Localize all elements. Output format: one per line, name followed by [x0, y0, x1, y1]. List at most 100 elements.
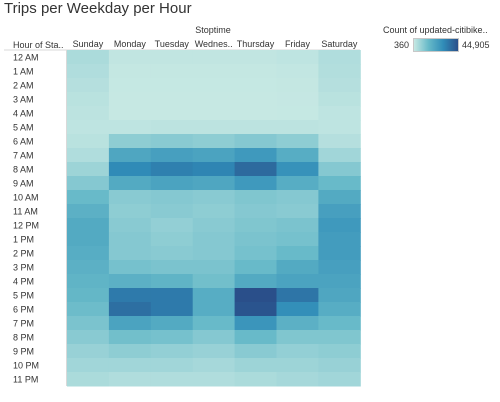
- heatmap-cell: [108, 176, 152, 191]
- heatmap-cell: [234, 92, 277, 107]
- heatmap-cell: [192, 232, 236, 247]
- heatmap-cell: [150, 218, 194, 233]
- heatmap-cell: [67, 344, 110, 359]
- heatmap-cell: [108, 232, 152, 247]
- heatmap-cell: [150, 330, 194, 345]
- heatmap-cell: [67, 120, 110, 135]
- row-label: 9 PM: [13, 347, 34, 357]
- heatmap-chart: Stoptime Hour of Sta.. Sunday Monday Tuesd…: [4, 25, 361, 387]
- heatmap-cell: [276, 344, 319, 359]
- heatmap-cell: [234, 50, 277, 65]
- heatmap-cell: [108, 148, 152, 163]
- heatmap-cell: [318, 372, 361, 387]
- heatmap-cell: [108, 162, 152, 177]
- column-label: Tuesday: [155, 39, 190, 49]
- heatmap-cell: [276, 372, 319, 387]
- heatmap-cell: [234, 148, 277, 163]
- row-label: 12 AM: [13, 53, 39, 63]
- row-label: 2 AM: [13, 81, 34, 91]
- row-label: 3 AM: [13, 95, 34, 105]
- heatmap-cell: [67, 64, 110, 79]
- heatmap-cell: [150, 316, 194, 331]
- heatmap-cell: [234, 344, 277, 359]
- heatmap-cell: [318, 78, 361, 93]
- heatmap-cell: [276, 232, 319, 247]
- heatmap-cell: [192, 190, 236, 205]
- heatmap-cell: [150, 358, 194, 373]
- heatmap-cell: [234, 204, 277, 219]
- heatmap-cell: [150, 204, 194, 219]
- heatmap-cell: [234, 358, 277, 373]
- heatmap-cell: [276, 316, 319, 331]
- column-label: Thursday: [237, 39, 275, 49]
- heatmap-cell: [192, 204, 236, 219]
- column-label: Sunday: [73, 39, 104, 49]
- heatmap-cell: [318, 64, 361, 79]
- heatmap-cell: [108, 288, 152, 303]
- heatmap-cell: [108, 64, 152, 79]
- heatmap-cell: [108, 190, 152, 205]
- heatmap-cell: [276, 78, 319, 93]
- row-label: 5 PM: [13, 291, 34, 301]
- heatmap-cell: [67, 358, 110, 373]
- heatmap-cell: [150, 246, 194, 261]
- heatmap-cell: [67, 148, 110, 163]
- heatmap-cell: [318, 232, 361, 247]
- heatmap-cell: [108, 218, 152, 233]
- row-label: 11 AM: [13, 207, 38, 217]
- heatmap-cell: [318, 120, 361, 135]
- heatmap-cell: [234, 330, 277, 345]
- heatmap-cell: [234, 134, 277, 149]
- row-label: 9 AM: [13, 179, 34, 189]
- heatmap-cell: [318, 92, 361, 107]
- column-label: Friday: [285, 39, 311, 49]
- heatmap-cell: [318, 176, 361, 191]
- heatmap-cell: [192, 274, 236, 289]
- row-label: 7 AM: [13, 151, 34, 161]
- heatmap-cell: [150, 78, 194, 93]
- heatmap-cell: [192, 302, 236, 317]
- heatmap-cell: [150, 260, 194, 275]
- heatmap-cells: [67, 50, 361, 387]
- heatmap-cell: [234, 64, 277, 79]
- heatmap-cell: [150, 64, 194, 79]
- heatmap-cell: [108, 134, 152, 149]
- heatmap-cell: [234, 176, 277, 191]
- row-label: 7 PM: [13, 319, 34, 329]
- row-label: 8 AM: [13, 165, 34, 175]
- heatmap-cell: [150, 372, 194, 387]
- heatmap-cell: [67, 288, 110, 303]
- heatmap-cell: [192, 218, 236, 233]
- heatmap-cell: [108, 106, 152, 121]
- heatmap-cell: [108, 50, 152, 65]
- heatmap-cell: [318, 50, 361, 65]
- row-label: 3 PM: [13, 263, 34, 273]
- row-label: 4 PM: [13, 277, 34, 287]
- heatmap-cell: [67, 176, 110, 191]
- heatmap-cell: [276, 64, 319, 79]
- column-label: Monday: [114, 39, 147, 49]
- row-label: 8 PM: [13, 333, 34, 343]
- heatmap-cell: [67, 316, 110, 331]
- heatmap-cell: [67, 218, 110, 233]
- heatmap-cell: [67, 106, 110, 121]
- heatmap-cell: [276, 274, 319, 289]
- heatmap-cell: [318, 106, 361, 121]
- heatmap-cell: [234, 218, 277, 233]
- heatmap-cell: [192, 120, 236, 135]
- heatmap-cell: [276, 330, 319, 345]
- heatmap-cell: [234, 106, 277, 121]
- heatmap-cell: [276, 246, 319, 261]
- heatmap-cell: [150, 50, 194, 65]
- heatmap-cell: [150, 190, 194, 205]
- row-label: 6 AM: [13, 137, 34, 147]
- heatmap-cell: [150, 232, 194, 247]
- heatmap-cell: [67, 134, 110, 149]
- heatmap-cell: [276, 50, 319, 65]
- heatmap-cell: [234, 232, 277, 247]
- heatmap-cell: [234, 190, 277, 205]
- heatmap-cell: [318, 288, 361, 303]
- heatmap-cell: [276, 358, 319, 373]
- heatmap-cell: [276, 120, 319, 135]
- heatmap-cell: [318, 204, 361, 219]
